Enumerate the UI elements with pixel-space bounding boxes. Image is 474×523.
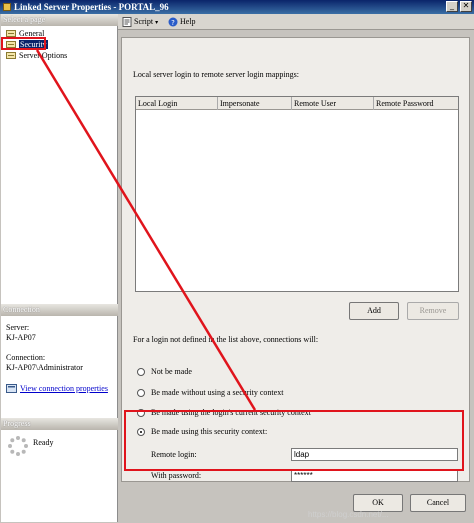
watermark: https://blog.csdn.net/... — [308, 510, 389, 519]
annotation-arrow — [35, 49, 257, 411]
